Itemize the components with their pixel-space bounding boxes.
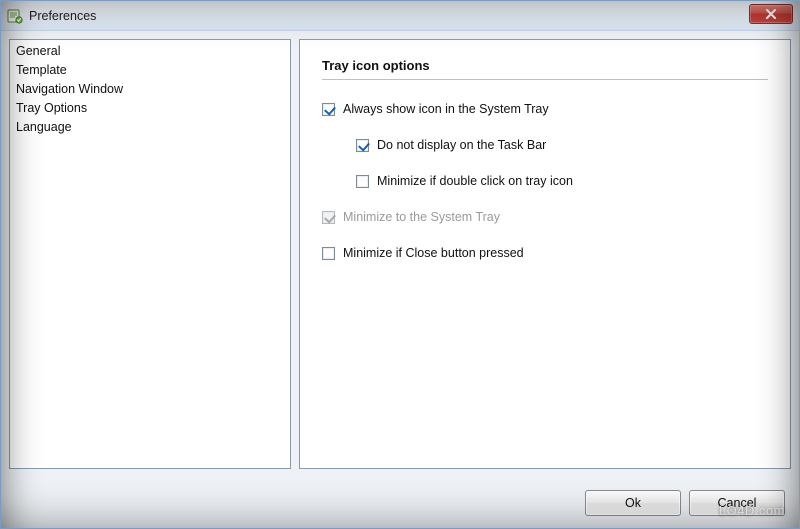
ok-button[interactable]: Ok: [585, 490, 681, 516]
option-label: Minimize if double click on tray icon: [377, 174, 573, 188]
divider: [322, 79, 768, 80]
list-item[interactable]: Template: [14, 61, 286, 80]
section-title: Tray icon options: [322, 58, 768, 77]
option-min-dblclick[interactable]: Minimize if double click on tray icon: [356, 174, 768, 188]
option-min-to-tray: Minimize to the System Tray: [322, 210, 768, 224]
preferences-window: Preferences General Template Navigation …: [0, 0, 800, 529]
client-area: General Template Navigation Window Tray …: [1, 31, 799, 528]
option-no-taskbar[interactable]: Do not display on the Task Bar: [356, 138, 768, 152]
list-item[interactable]: Language: [14, 118, 286, 137]
option-label: Do not display on the Task Bar: [377, 138, 546, 152]
list-item[interactable]: Navigation Window: [14, 80, 286, 99]
close-icon: [765, 9, 777, 19]
checkbox-min-dblclick[interactable]: [356, 175, 369, 188]
option-label: Minimize to the System Tray: [343, 210, 500, 224]
option-min-on-close[interactable]: Minimize if Close button pressed: [322, 246, 768, 260]
titlebar[interactable]: Preferences: [1, 1, 799, 31]
checkbox-min-to-tray: [322, 211, 335, 224]
window-title: Preferences: [29, 9, 96, 23]
checkbox-min-on-close[interactable]: [322, 247, 335, 260]
option-always-show[interactable]: Always show icon in the System Tray: [322, 102, 768, 116]
list-item[interactable]: General: [14, 42, 286, 61]
options-panel: Tray icon options Always show icon in th…: [299, 39, 791, 469]
category-list[interactable]: General Template Navigation Window Tray …: [9, 39, 291, 469]
option-label: Always show icon in the System Tray: [343, 102, 549, 116]
panels: General Template Navigation Window Tray …: [9, 39, 791, 469]
close-button[interactable]: [749, 4, 793, 24]
dialog-buttons: Ok Cancel: [585, 490, 785, 516]
checkbox-no-taskbar[interactable]: [356, 139, 369, 152]
list-item[interactable]: Tray Options: [14, 99, 286, 118]
option-label: Minimize if Close button pressed: [343, 246, 524, 260]
checkbox-always-show[interactable]: [322, 103, 335, 116]
cancel-button[interactable]: Cancel: [689, 490, 785, 516]
app-icon: [7, 8, 23, 24]
